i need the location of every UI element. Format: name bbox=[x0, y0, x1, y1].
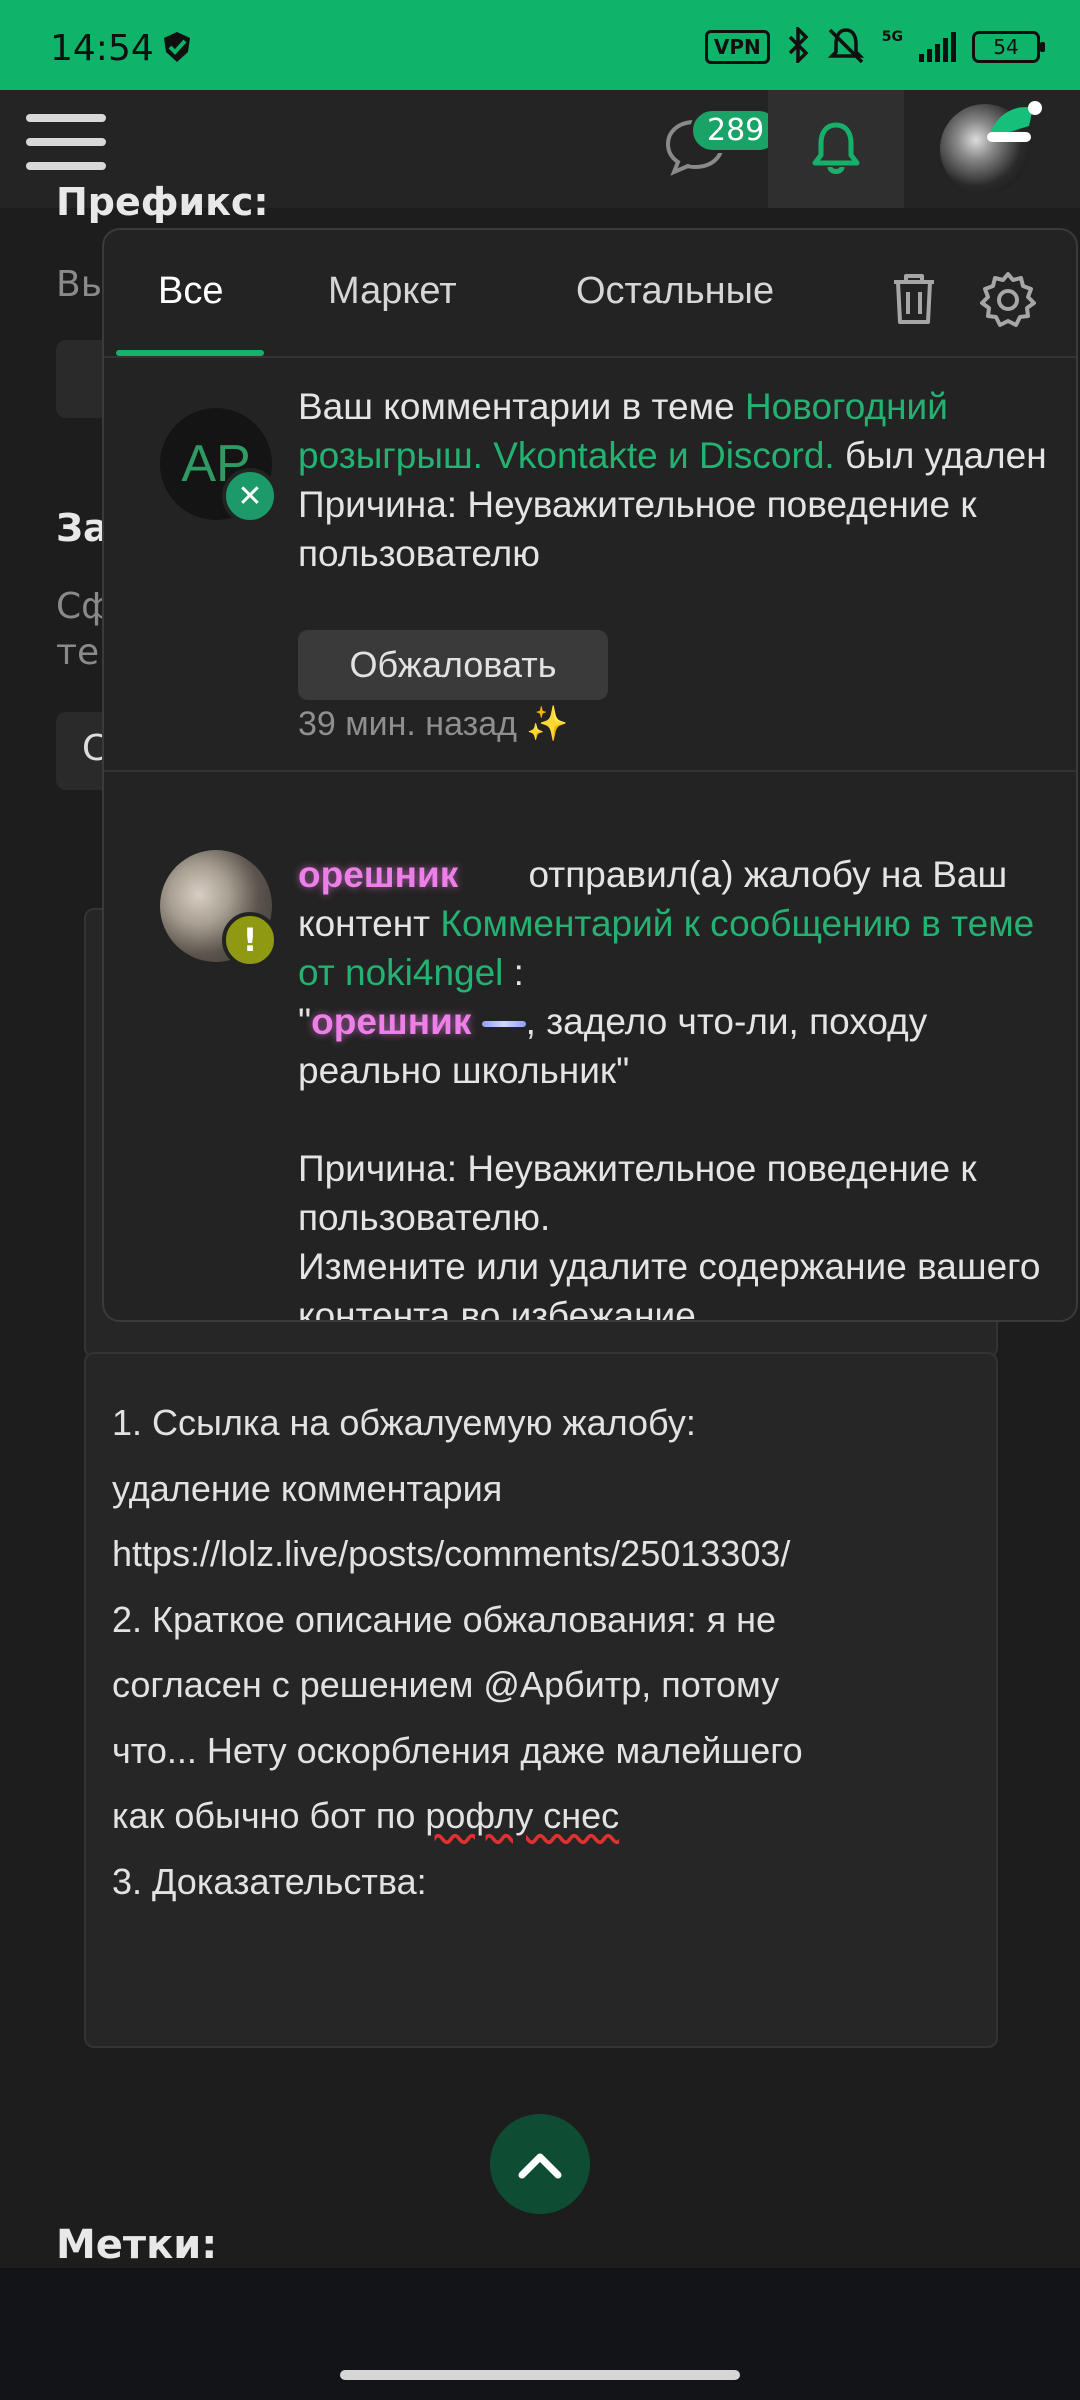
close-icon: ✕ bbox=[222, 468, 278, 524]
notification-text: Ваш комментарии в теме Новогодний розыгр… bbox=[298, 382, 1058, 578]
section-hint-line-2: те bbox=[56, 632, 100, 673]
bluetooth-icon bbox=[786, 24, 810, 67]
section-label: За bbox=[56, 506, 109, 550]
username-link[interactable]: орешник bbox=[298, 854, 458, 895]
notification-text-part: Ваш комментарии в теме bbox=[298, 386, 745, 427]
time-ago: 39 мин. назад ✨ bbox=[298, 704, 569, 744]
time-ago-text: 39 мин. назад bbox=[298, 705, 517, 743]
system-navigation-bar bbox=[0, 2268, 1080, 2400]
editor-line: как обычно бот по рофлу снес bbox=[112, 1783, 992, 1849]
menu-icon[interactable] bbox=[26, 114, 106, 184]
network-type: 5G bbox=[881, 29, 903, 45]
tab-market[interactable]: Маркет bbox=[328, 270, 457, 313]
editor-line: https://lolz.live/posts/comments/2501330… bbox=[112, 1533, 791, 1574]
editor-line: что... Нету оскорбления даже малейшего bbox=[112, 1729, 803, 1771]
status-time: 14:54 bbox=[50, 28, 154, 69]
battery-indicator: 54 bbox=[972, 31, 1045, 63]
notifications-popup: Все Маркет Остальные AP ✕ Ваш комментари… bbox=[102, 228, 1078, 1322]
divider bbox=[104, 770, 1076, 772]
tab-all[interactable]: Все bbox=[158, 270, 223, 313]
gear-icon[interactable] bbox=[978, 270, 1038, 330]
status-icons: VPN 5G 54 bbox=[704, 24, 1045, 68]
editor-line: 1. Ссылка на обжалуемую жалобу: bbox=[112, 1402, 696, 1443]
sparkle-icon: ✨ bbox=[526, 705, 569, 743]
notification-tabs: Все Маркет Остальные bbox=[104, 230, 1076, 358]
quote-open: " bbox=[298, 1001, 312, 1042]
trash-icon[interactable] bbox=[886, 270, 942, 326]
complaint-advice: Измените или удалите содержание вашего к… bbox=[298, 1246, 1041, 1322]
signal-icon bbox=[919, 32, 956, 62]
bell-icon bbox=[812, 122, 860, 174]
editor-text[interactable]: 1. Ссылка на обжалуемую жалобу: удаление… bbox=[112, 1390, 992, 1914]
verified-shield-icon bbox=[160, 30, 194, 68]
active-tab-indicator bbox=[116, 350, 264, 356]
complaint-reason: Причина: Неуважительное поведение к поль… bbox=[298, 1148, 977, 1238]
santa-hat-icon bbox=[987, 101, 1042, 142]
chevron-up-icon bbox=[518, 2153, 562, 2179]
editor-line: удаление комментария bbox=[112, 1467, 503, 1509]
tab-other[interactable]: Остальные bbox=[576, 270, 774, 313]
prefix-label: Префикс: bbox=[56, 180, 269, 224]
notification-text-part: : bbox=[503, 952, 524, 993]
editor-line: 3. Доказательства: bbox=[112, 1860, 427, 1902]
scroll-to-top-button[interactable] bbox=[490, 2114, 590, 2214]
vpn-badge: VPN bbox=[704, 30, 770, 64]
editor-line: согласен с решением @Арбитр, потому bbox=[112, 1664, 780, 1705]
tags-label: Метки: bbox=[56, 2222, 218, 2268]
quote-username: орешник bbox=[311, 1001, 472, 1042]
notifications-button[interactable] bbox=[768, 90, 904, 208]
editor-line-part: как обычно бот по bbox=[112, 1795, 426, 1836]
appeal-button[interactable]: Обжаловать bbox=[298, 630, 608, 700]
editor-line: 2. Краткое описание обжалования: я не bbox=[112, 1598, 776, 1640]
status-bar: 14:54 VPN 5G 54 bbox=[0, 0, 1080, 90]
username-decoration bbox=[481, 1021, 526, 1028]
notification-text: орешник отправил(а) жалобу на Ваш контен… bbox=[298, 850, 1058, 1322]
spellcheck-word: рофлу снес bbox=[425, 1795, 620, 1836]
home-gesture-pill[interactable] bbox=[340, 2370, 740, 2380]
warning-icon: ! bbox=[222, 912, 278, 968]
mute-bell-icon bbox=[826, 26, 866, 68]
